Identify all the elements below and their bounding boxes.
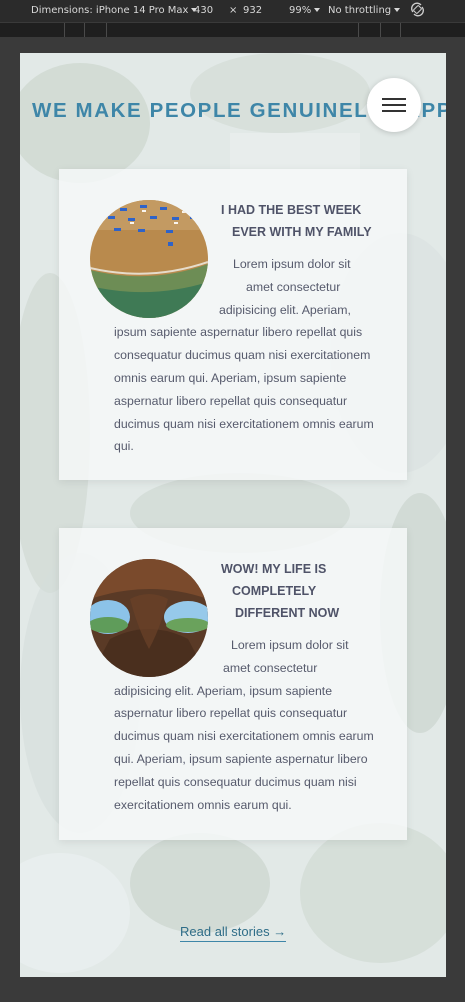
story-card: WOW! MY LIFE IS COMPLETELY DIFFERENT NOW… (59, 528, 407, 840)
zoom-select[interactable]: 99% (289, 5, 321, 16)
story-body-line: ipsum sapiente aspernatur libero repella… (114, 325, 363, 340)
story-card: I HAD THE BEST WEEK EVER WITH MY FAMILY … (59, 169, 407, 480)
story-body-line: aspernatur libero repellat quis consequa… (114, 393, 348, 408)
zoom-label: 99% (289, 5, 312, 16)
hamburger-menu-icon (382, 98, 406, 100)
story-title: WOW! MY LIFE IS COMPLETELY DIFFERENT NOW (221, 558, 339, 624)
chevron-down-icon (314, 8, 321, 12)
viewport-width-input[interactable]: 430 (194, 5, 213, 16)
story-title: I HAD THE BEST WEEK EVER WITH MY FAMILY (221, 199, 372, 243)
story-body-line: Lorem ipsum dolor sit (233, 257, 351, 271)
story-body-line: aspernatur libero repellat quis consequa… (114, 706, 348, 721)
story-body-line: adipisicing elit. Aperiam, (219, 302, 351, 317)
story-body-line: ducimus quam nisi exercitationem omnis e… (114, 416, 374, 431)
story-body-line: Lorem ipsum dolor sit (231, 638, 349, 652)
throttling-select[interactable]: No throttling (328, 5, 401, 16)
story-body-line: qui. Aperiam, ipsum sapiente aspernatur … (114, 751, 368, 766)
story-title-line: COMPLETELY (232, 584, 317, 598)
viewport-height-input[interactable]: 932 (243, 5, 262, 16)
dimension-times-sign: × (229, 5, 238, 16)
chevron-down-icon (394, 8, 401, 12)
media-query-ruler (0, 22, 465, 38)
story-body-line: consequatur ducimus quam nisi exercitati… (114, 348, 371, 363)
story-body-line: adipisicing elit. Aperiam, ipsum sapient… (114, 683, 333, 698)
read-all-stories-link[interactable]: Read all stories → (180, 924, 287, 942)
story-body-line: omnis earum qui. Aperiam, ipsum sapiente (114, 370, 347, 385)
devtools-toolbar: Dimensions: iPhone 14 Pro Max 430 × 932 … (0, 0, 465, 22)
story-title-line: WOW! MY LIFE IS (221, 562, 327, 576)
story-body: Lorem ipsum dolor sit amet consectetur a… (114, 634, 374, 816)
story-title-line: EVER WITH MY FAMILY (232, 225, 372, 239)
story-body-line: qui. (114, 439, 134, 454)
story-body-line: ducimus quam nisi exercitationem omnis e… (114, 729, 374, 744)
story-title-line: DIFFERENT NOW (235, 606, 340, 620)
throttling-label: No throttling (328, 5, 392, 16)
hamburger-menu-icon (382, 110, 406, 112)
device-dimensions-select[interactable]: Dimensions: iPhone 14 Pro Max (31, 5, 198, 16)
story-body-line: amet consectetur (246, 279, 341, 294)
hamburger-menu-icon (382, 104, 406, 106)
rotate-icon[interactable] (410, 2, 425, 20)
device-viewport: WE MAKE PEOPLE GENUINELY HAPPY I HAD THE… (20, 53, 446, 977)
menu-button[interactable] (367, 78, 421, 132)
story-body: Lorem ipsum dolor sit amet consectetur a… (114, 253, 374, 458)
story-body-line: exercitationem omnis earum qui. (114, 797, 292, 812)
story-body-line: repellat quis consequatur ducimus quam n… (114, 774, 357, 789)
story-title-line: I HAD THE BEST WEEK (221, 203, 362, 217)
device-dimensions-label: Dimensions: iPhone 14 Pro Max (31, 5, 189, 16)
story-body-line: amet consectetur (223, 660, 318, 675)
